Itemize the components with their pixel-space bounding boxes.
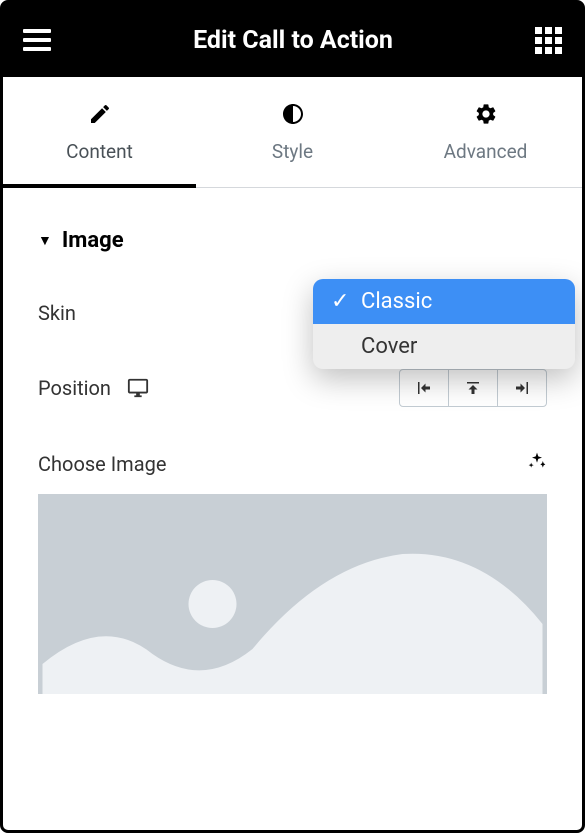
placeholder-image-icon bbox=[38, 494, 547, 694]
control-position: Position bbox=[38, 369, 547, 407]
control-skin: Skin ✓ Classic Cover bbox=[38, 301, 547, 325]
choose-image-label: Choose Image bbox=[38, 452, 166, 476]
control-choose-image: Choose Image bbox=[38, 451, 547, 476]
align-right-icon bbox=[513, 379, 531, 397]
skin-label: Skin bbox=[38, 301, 76, 325]
apps-grid-icon[interactable] bbox=[535, 27, 562, 54]
menu-icon[interactable] bbox=[23, 29, 51, 51]
check-icon: ✓ bbox=[331, 289, 349, 314]
tab-content[interactable]: Content bbox=[3, 77, 196, 187]
contrast-icon bbox=[281, 102, 305, 126]
desktop-icon[interactable] bbox=[127, 377, 149, 399]
tab-content-label: Content bbox=[66, 140, 133, 163]
header-bar: Edit Call to Action bbox=[3, 3, 582, 77]
content-panel: ▼ Image Skin ✓ Classic Cover Position bbox=[3, 188, 582, 734]
tab-style[interactable]: Style bbox=[196, 77, 389, 187]
sparkle-icon[interactable] bbox=[527, 451, 547, 476]
caret-down-icon: ▼ bbox=[38, 232, 52, 249]
position-right-button[interactable] bbox=[497, 369, 547, 407]
gear-icon bbox=[474, 102, 498, 126]
tab-advanced-label: Advanced bbox=[444, 140, 528, 163]
tab-advanced[interactable]: Advanced bbox=[389, 77, 582, 187]
dropdown-option-classic[interactable]: ✓ Classic bbox=[313, 279, 575, 324]
position-toggle-group bbox=[399, 369, 547, 407]
position-top-button[interactable] bbox=[448, 369, 498, 407]
dropdown-option-label: Classic bbox=[361, 289, 432, 314]
tab-style-label: Style bbox=[272, 140, 313, 163]
align-top-icon bbox=[464, 379, 482, 397]
dropdown-option-label: Cover bbox=[361, 334, 417, 359]
align-left-icon bbox=[415, 379, 433, 397]
image-placeholder[interactable] bbox=[38, 494, 547, 694]
position-label: Position bbox=[38, 376, 111, 400]
section-image-header[interactable]: ▼ Image bbox=[38, 228, 547, 253]
skin-dropdown[interactable]: ✓ Classic Cover bbox=[313, 279, 575, 369]
page-title: Edit Call to Action bbox=[193, 26, 393, 55]
position-left-button[interactable] bbox=[399, 369, 449, 407]
dropdown-option-cover[interactable]: Cover bbox=[313, 324, 575, 369]
pencil-icon bbox=[88, 102, 112, 126]
tabs-bar: Content Style Advanced bbox=[3, 77, 582, 188]
section-title: Image bbox=[62, 228, 124, 253]
